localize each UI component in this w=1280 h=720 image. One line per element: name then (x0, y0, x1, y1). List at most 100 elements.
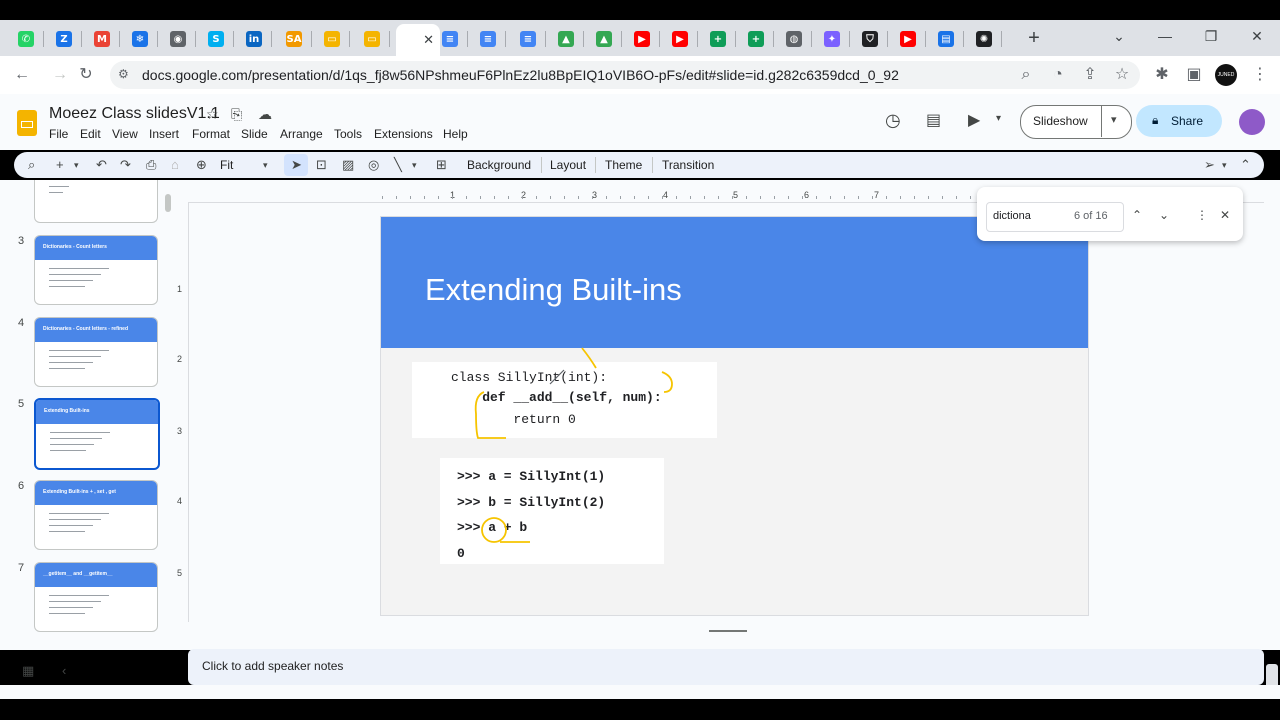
menu-insert[interactable]: Insert (149, 127, 179, 141)
browser-tab[interactable]: + (700, 26, 736, 52)
maximize-button[interactable]: ❐ (1196, 25, 1226, 47)
find-query[interactable]: dictiona (993, 210, 1031, 222)
site-info-icon[interactable]: ⚙ (118, 67, 129, 81)
menu-slide[interactable]: Slide (241, 127, 268, 141)
find-previous-icon[interactable]: ⌃ (1132, 208, 1142, 222)
menu-arrange[interactable]: Arrange (280, 127, 323, 141)
browser-tab[interactable]: ▲ (586, 26, 622, 52)
new-slide-dropdown-icon[interactable]: ▾ (74, 160, 79, 171)
performance-icon[interactable]: ◔ (1044, 61, 1072, 89)
menu-tools[interactable]: Tools (334, 127, 362, 141)
browser-tab[interactable]: ▶ (662, 26, 698, 52)
browser-tab[interactable]: ▭ (354, 26, 390, 52)
menu-view[interactable]: View (112, 127, 138, 141)
reload-icon[interactable]: ↻ (72, 61, 100, 89)
toolbar-layout-button[interactable]: Layout (550, 158, 586, 172)
find-close-icon[interactable]: ✕ (1220, 208, 1230, 222)
version-history-icon[interactable]: ◷ (885, 110, 901, 131)
browser-tab[interactable]: ▶ (624, 26, 660, 52)
url-text[interactable]: docs.google.com/presentation/d/1qs_fj8w5… (142, 67, 899, 83)
browser-tab[interactable]: M (84, 26, 120, 52)
toolbar-transition-button[interactable]: Transition (662, 158, 714, 172)
redo-icon[interactable]: ↷ (120, 157, 131, 173)
browser-tab[interactable]: SA (276, 26, 312, 52)
zoom-icon[interactable]: ⊕ (196, 157, 207, 173)
share-page-icon[interactable]: ⇪ (1076, 61, 1104, 89)
paint-format-icon[interactable]: ⌂ (171, 157, 179, 172)
find-next-icon[interactable]: ⌄ (1159, 208, 1169, 222)
browser-tab[interactable]: ✦ (814, 26, 850, 52)
thumbnail-2-partial[interactable] (34, 180, 158, 223)
collapse-toolbar-icon[interactable]: ⌃ (1240, 157, 1251, 173)
zoom-select[interactable]: Fit (220, 158, 233, 172)
browser-tab[interactable]: ≡ (470, 26, 506, 52)
menu-format[interactable]: Format (192, 127, 230, 141)
meet-dropdown-icon[interactable]: ▾ (996, 113, 1001, 124)
new-tab-button[interactable]: + (1022, 26, 1046, 50)
minimize-button[interactable]: — (1150, 25, 1180, 47)
close-window-button[interactable]: ✕ (1242, 25, 1272, 47)
slide-title[interactable]: Extending Built-ins (425, 272, 682, 308)
cloud-status-icon[interactable]: ☁ (258, 106, 272, 123)
print-icon[interactable]: ⎙ (146, 157, 156, 173)
insert-comment-icon[interactable]: ⊞ (436, 157, 447, 173)
pen-dropdown-icon[interactable]: ▾ (1222, 160, 1227, 171)
pen-annotation-icon[interactable]: ➢ (1204, 157, 1215, 173)
speaker-notes-placeholder[interactable]: Click to add speaker notes (202, 659, 343, 673)
image-icon[interactable]: ▨ (342, 157, 354, 173)
browser-tab[interactable]: ✺ (966, 26, 1002, 52)
line-dropdown-icon[interactable]: ▾ (412, 160, 417, 171)
undo-icon[interactable]: ↶ (96, 157, 107, 173)
profile-avatar[interactable]: JUNED (1215, 64, 1237, 86)
speaker-notes-area[interactable] (188, 649, 1264, 685)
browser-tab[interactable]: ▭ (314, 26, 350, 52)
notes-resize-handle[interactable] (709, 630, 747, 632)
browser-tab[interactable]: ◍ (776, 26, 812, 52)
tab-search-icon[interactable]: ⌄ (1104, 25, 1134, 47)
browser-tab[interactable]: ❄ (122, 26, 158, 52)
slide-thumbnail[interactable]: Dictionaries - Count letters (34, 235, 158, 305)
filmstrip-scrollbar[interactable] (165, 194, 171, 212)
slides-logo-icon[interactable] (17, 110, 37, 136)
find-more-icon[interactable]: ⋮ (1196, 208, 1208, 222)
browser-tab[interactable]: ⛉ (852, 26, 888, 52)
close-tab-icon[interactable]: ✕ (423, 32, 434, 48)
document-title[interactable]: Moeez Class slidesV1.1 (49, 105, 220, 123)
side-panel-icon[interactable]: ▣ (1180, 61, 1208, 89)
shape-icon[interactable]: ◎ (368, 157, 379, 173)
slide-thumbnail[interactable]: Extending Built-ins + , set , get (34, 480, 158, 550)
toolbar-theme-button[interactable]: Theme (605, 158, 642, 172)
active-tab[interactable]: ✕ (396, 24, 440, 56)
star-icon[interactable]: ☆ (206, 106, 219, 123)
chrome-menu-icon[interactable]: ⋮ (1246, 61, 1274, 89)
move-folder-icon[interactable]: ⎘ (231, 106, 242, 123)
comments-icon[interactable]: ▤ (926, 110, 941, 130)
text-box-icon[interactable]: ⊡ (316, 157, 327, 173)
extensions-icon[interactable]: ✱ (1148, 61, 1176, 89)
menu-extensions[interactable]: Extensions (374, 127, 433, 141)
account-avatar[interactable] (1239, 109, 1265, 135)
slide-thumbnail[interactable]: __getitem__ and __getitem__ (34, 562, 158, 632)
browser-tab[interactable]: ≡ (510, 26, 546, 52)
browser-tab[interactable]: ✆ (8, 26, 44, 52)
slideshow-dropdown-icon[interactable]: ▾ (1111, 113, 1117, 126)
browser-tab[interactable]: + (738, 26, 774, 52)
bookmark-star-icon[interactable]: ☆ (1108, 61, 1136, 89)
new-slide-icon[interactable]: + (56, 157, 64, 172)
select-cursor-icon[interactable]: ➤ (291, 157, 302, 173)
toolbar-background-button[interactable]: Background (467, 158, 531, 172)
menu-edit[interactable]: Edit (80, 127, 101, 141)
back-icon[interactable]: ← (8, 61, 36, 89)
browser-tab[interactable]: ▲ (548, 26, 584, 52)
browser-tab[interactable]: ◉ (160, 26, 196, 52)
menu-file[interactable]: File (49, 127, 68, 141)
slide-thumbnail[interactable]: Extending Built-ins (34, 398, 160, 470)
line-icon[interactable]: ╲ (394, 157, 402, 173)
menu-help[interactable]: Help (443, 127, 468, 141)
meet-icon[interactable]: ▶ (968, 110, 980, 130)
zoom-dropdown-icon[interactable]: ▾ (263, 160, 268, 171)
forward-icon[interactable]: → (46, 61, 74, 89)
grid-view-icon[interactable]: ▦ (22, 663, 34, 679)
zoom-search-icon[interactable]: ⌕ (1012, 61, 1040, 89)
browser-tab[interactable]: Z (46, 26, 82, 52)
